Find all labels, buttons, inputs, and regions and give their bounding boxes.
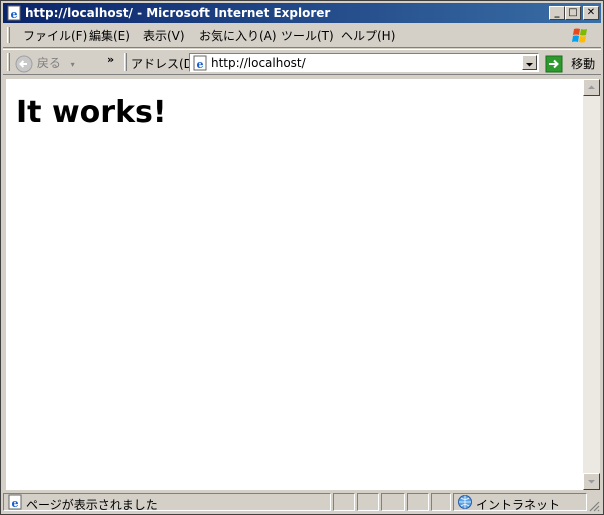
- address-label: アドレス(D): [131, 57, 198, 71]
- status-panel-5: [431, 493, 451, 511]
- back-dropdown-icon[interactable]: ▾: [71, 60, 75, 69]
- status-panel-2: [357, 493, 379, 511]
- page-content[interactable]: It works!: [6, 79, 583, 490]
- vertical-scrollbar[interactable]: [583, 79, 600, 490]
- svg-text:e: e: [12, 497, 19, 510]
- menu-tools[interactable]: ツール(T): [281, 28, 334, 44]
- back-label: 戻る: [36, 56, 61, 70]
- status-text: ページが表示されました: [26, 498, 158, 512]
- browser-window: e http://localhost/ - Microsoft Internet…: [0, 0, 604, 515]
- zone-text: イントラネット: [476, 498, 561, 512]
- ie-page-icon: e: [193, 55, 207, 71]
- maximize-button[interactable]: □: [565, 6, 581, 20]
- menu-edit[interactable]: 編集(E): [89, 28, 130, 44]
- scroll-up-button[interactable]: [583, 79, 600, 96]
- svg-text:e: e: [11, 8, 18, 21]
- svg-text:e: e: [197, 58, 204, 71]
- chevron-down-icon: [526, 63, 533, 67]
- address-input[interactable]: http://localhost/: [211, 56, 306, 70]
- address-bar[interactable]: e http://localhost/: [189, 53, 539, 72]
- menu-view[interactable]: 表示(V): [143, 28, 185, 44]
- chevron-down-icon: [588, 480, 595, 484]
- toolbar-overflow-button[interactable]: »: [107, 53, 114, 66]
- menu-help[interactable]: ヘルプ(H): [341, 28, 395, 44]
- status-panel-1: [333, 493, 355, 511]
- minimize-button[interactable]: _: [549, 6, 565, 20]
- intranet-globe-icon: [458, 495, 472, 509]
- status-message-panel: e ページが表示されました: [3, 493, 331, 512]
- go-label: 移動: [571, 57, 596, 71]
- toolbar: 戻る ▾ » アドレス(D) e http://localhost/ 移動: [3, 49, 601, 75]
- title-bar[interactable]: e http://localhost/ - Microsoft Internet…: [3, 3, 601, 23]
- back-arrow-icon: [15, 55, 33, 72]
- status-panel-3: [381, 493, 405, 511]
- ie-page-icon: e: [8, 494, 22, 510]
- window-title: http://localhost/ - Microsoft Internet E…: [25, 6, 331, 20]
- toolbar-grip[interactable]: [7, 53, 10, 71]
- menu-favorites[interactable]: お気に入り(A): [199, 28, 277, 44]
- status-bar: e ページが表示されました イントラネット: [3, 492, 601, 513]
- back-button[interactable]: 戻る ▾: [15, 53, 75, 73]
- close-button[interactable]: ✕: [583, 6, 599, 20]
- page-heading: It works!: [16, 95, 167, 130]
- status-panel-4: [407, 493, 429, 511]
- address-dropdown-button[interactable]: [522, 55, 537, 70]
- menu-file[interactable]: ファイル(F): [23, 28, 87, 44]
- chevron-up-icon: [588, 85, 595, 89]
- scroll-down-button[interactable]: [583, 473, 600, 490]
- menu-bar: ファイル(F) 編集(E) 表示(V) お気に入り(A) ツール(T) ヘルプ(…: [3, 24, 601, 48]
- address-grip[interactable]: [124, 53, 127, 71]
- resize-grip-icon[interactable]: [588, 500, 600, 512]
- menu-grip[interactable]: [7, 27, 10, 43]
- go-button[interactable]: 移動: [545, 53, 595, 73]
- windows-logo-icon: [565, 25, 595, 47]
- status-zone-panel[interactable]: イントラネット: [453, 493, 587, 512]
- go-arrow-icon: [545, 55, 563, 72]
- ie-page-icon: e: [7, 5, 21, 21]
